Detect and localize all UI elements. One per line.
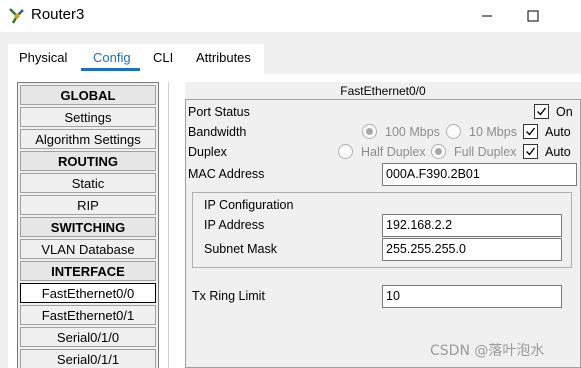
duplex-label: Duplex — [188, 145, 227, 159]
nav-item-settings[interactable]: Settings — [20, 107, 156, 127]
nav-item-static[interactable]: Static — [20, 173, 156, 193]
tx-ring-limit-field[interactable]: 10 — [382, 285, 562, 308]
active-tab-indicator — [81, 68, 140, 71]
mac-address-label: MAC Address — [188, 167, 265, 181]
duplex-auto-checkbox[interactable] — [523, 144, 538, 159]
duplex-full-label: Full Duplex — [454, 145, 517, 159]
minimize-button[interactable] — [464, 0, 510, 32]
port-status-on-checkbox[interactable] — [534, 104, 549, 119]
bandwidth-10-radio[interactable] — [446, 124, 461, 139]
tab-cli[interactable]: CLI — [153, 50, 173, 65]
duplex-half-radio[interactable] — [338, 144, 353, 159]
nav-item-fastethernet0-0[interactable]: FastEthernet0/0 — [20, 283, 156, 303]
mac-address-field[interactable]: 000A.F390.2B01 — [382, 163, 577, 186]
packet-tracer-icon — [9, 8, 24, 24]
nav-item-serial0-1-0[interactable]: Serial0/1/0 — [20, 327, 156, 347]
maximize-button[interactable] — [510, 0, 556, 32]
duplex-full-radio[interactable] — [431, 144, 446, 159]
bandwidth-auto-label: Auto — [545, 125, 571, 139]
bandwidth-auto-checkbox[interactable] — [523, 124, 538, 139]
bandwidth-100-radio[interactable] — [362, 124, 377, 139]
nav-item-fastethernet0-1[interactable]: FastEthernet0/1 — [20, 305, 156, 325]
bandwidth-10-label: 10 Mbps — [469, 125, 517, 139]
nav-item-vlan-database[interactable]: VLAN Database — [20, 239, 156, 259]
ip-address-field[interactable]: 192.168.2.2 — [382, 214, 562, 237]
ip-address-label: IP Address — [204, 218, 265, 232]
ip-configuration-title: IP Configuration — [204, 198, 294, 212]
nav-item-serial0-1-1[interactable]: Serial0/1/1 — [20, 349, 156, 368]
window-title: Router3 — [31, 6, 85, 23]
config-nav: GLOBAL Settings Algorithm Settings ROUTI… — [17, 82, 159, 368]
panel-title: FastEthernet0/0 — [185, 82, 581, 100]
maximize-icon — [527, 10, 539, 22]
tab-physical[interactable]: Physical — [19, 50, 67, 65]
duplex-half-label: Half Duplex — [361, 145, 426, 159]
nav-header-global: GLOBAL — [20, 85, 156, 105]
nav-header-interface: INTERFACE — [20, 261, 156, 281]
checkmark-icon — [526, 127, 536, 136]
nav-header-switching: SWITCHING — [20, 217, 156, 237]
nav-item-algorithm-settings[interactable]: Algorithm Settings — [20, 129, 156, 149]
nav-header-routing: ROUTING — [20, 151, 156, 171]
watermark: CSDN @落叶泡水 — [430, 343, 545, 359]
minimize-icon — [482, 15, 492, 17]
checkmark-icon — [537, 107, 547, 116]
subnet-mask-label: Subnet Mask — [204, 242, 277, 256]
tab-attributes[interactable]: Attributes — [196, 50, 251, 65]
checkmark-icon — [526, 147, 536, 156]
port-status-label: Port Status — [188, 105, 250, 119]
nav-item-rip[interactable]: RIP — [20, 195, 156, 215]
bandwidth-100-label: 100 Mbps — [385, 125, 440, 139]
subnet-mask-field[interactable]: 255.255.255.0 — [382, 238, 562, 261]
port-status-on-label: On — [556, 105, 573, 119]
tx-ring-limit-label: Tx Ring Limit — [192, 289, 265, 303]
title-bar: Router3 — [0, 0, 581, 32]
bandwidth-label: Bandwidth — [188, 125, 247, 139]
nav-scrollbar[interactable] — [168, 82, 178, 368]
tab-config[interactable]: Config — [93, 50, 131, 65]
duplex-auto-label: Auto — [545, 145, 571, 159]
